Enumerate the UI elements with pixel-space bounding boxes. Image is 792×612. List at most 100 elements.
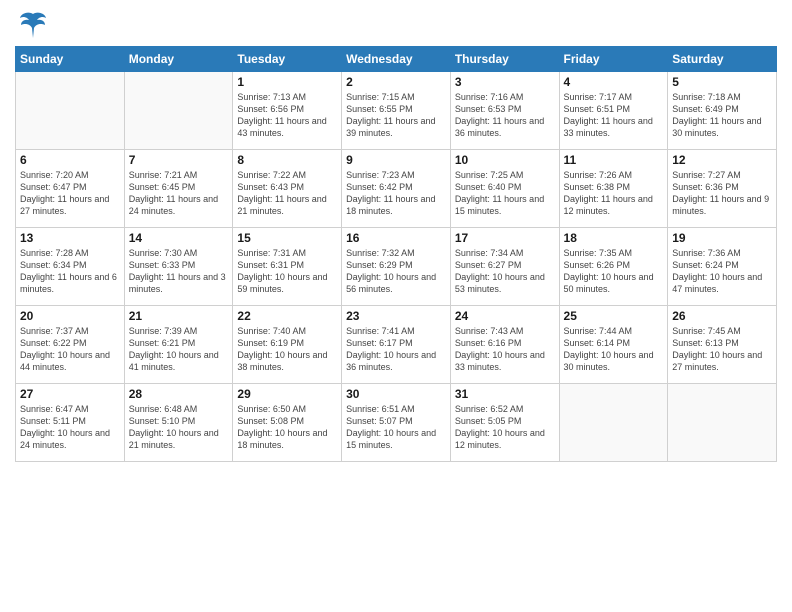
day-number: 16 bbox=[346, 231, 446, 245]
day-info: Sunrise: 7:28 AM Sunset: 6:34 PM Dayligh… bbox=[20, 247, 120, 296]
calendar-week-row: 20Sunrise: 7:37 AM Sunset: 6:22 PM Dayli… bbox=[16, 306, 777, 384]
day-info: Sunrise: 7:23 AM Sunset: 6:42 PM Dayligh… bbox=[346, 169, 446, 218]
day-header-sunday: Sunday bbox=[16, 47, 125, 72]
day-info: Sunrise: 7:36 AM Sunset: 6:24 PM Dayligh… bbox=[672, 247, 772, 296]
logo bbox=[15, 10, 47, 40]
day-number: 15 bbox=[237, 231, 337, 245]
calendar-cell: 14 Sunrise: 7:30 AM Sunset: 6:33 PM Dayli… bbox=[124, 228, 233, 306]
day-number: 27 bbox=[20, 387, 120, 401]
calendar-cell bbox=[559, 384, 668, 462]
calendar-cell bbox=[668, 384, 777, 462]
calendar-cell: 7Sunrise: 7:21 AM Sunset: 6:45 PM Daylig… bbox=[124, 150, 233, 228]
calendar-cell bbox=[16, 72, 125, 150]
day-number: 21 bbox=[129, 309, 229, 323]
day-info: Sunrise: 6:48 AM Sunset: 5:10 PM Dayligh… bbox=[129, 403, 229, 452]
day-info: Sunrise: 7:32 AM Sunset: 6:29 PM Dayligh… bbox=[346, 247, 446, 296]
calendar-cell: 11 Sunrise: 7:26 AM Sunset: 6:38 PM Dayli… bbox=[559, 150, 668, 228]
day-header-wednesday: Wednesday bbox=[342, 47, 451, 72]
day-info: Sunrise: 7:15 AM Sunset: 6:55 PM Dayligh… bbox=[346, 91, 446, 140]
day-info: Sunrise: 7:20 AM Sunset: 6:47 PM Dayligh… bbox=[20, 169, 120, 218]
day-info: Sunrise: 6:47 AM Sunset: 5:11 PM Dayligh… bbox=[20, 403, 120, 452]
day-number: 29 bbox=[237, 387, 337, 401]
calendar-cell: 18 Sunrise: 7:35 AM Sunset: 6:26 PM Dayli… bbox=[559, 228, 668, 306]
day-number: 20 bbox=[20, 309, 120, 323]
calendar-cell: 19 Sunrise: 7:36 AM Sunset: 6:24 PM Dayli… bbox=[668, 228, 777, 306]
calendar-cell: 13 Sunrise: 7:28 AM Sunset: 6:34 PM Dayli… bbox=[16, 228, 125, 306]
calendar-cell: 9 Sunrise: 7:23 AM Sunset: 6:42 PM Daylig… bbox=[342, 150, 451, 228]
calendar-cell: 5 Sunrise: 7:18 AM Sunset: 6:49 PM Daylig… bbox=[668, 72, 777, 150]
calendar-week-row: 13 Sunrise: 7:28 AM Sunset: 6:34 PM Dayli… bbox=[16, 228, 777, 306]
day-number: 13 bbox=[20, 231, 120, 245]
calendar-cell: 25 Sunrise: 7:44 AM Sunset: 6:14 PM Dayli… bbox=[559, 306, 668, 384]
day-number: 10 bbox=[455, 153, 555, 167]
day-info: Sunrise: 7:30 AM Sunset: 6:33 PM Dayligh… bbox=[129, 247, 229, 296]
day-header-tuesday: Tuesday bbox=[233, 47, 342, 72]
page-header bbox=[15, 10, 777, 40]
day-number: 31 bbox=[455, 387, 555, 401]
day-number: 26 bbox=[672, 309, 772, 323]
calendar-cell: 2 Sunrise: 7:15 AM Sunset: 6:55 PM Daylig… bbox=[342, 72, 451, 150]
day-number: 3 bbox=[455, 75, 555, 89]
day-number: 19 bbox=[672, 231, 772, 245]
day-info: Sunrise: 7:41 AM Sunset: 6:17 PM Dayligh… bbox=[346, 325, 446, 374]
day-number: 4 bbox=[564, 75, 664, 89]
calendar-cell: 16 Sunrise: 7:32 AM Sunset: 6:29 PM Dayli… bbox=[342, 228, 451, 306]
calendar-cell: 24 Sunrise: 7:43 AM Sunset: 6:16 PM Dayli… bbox=[450, 306, 559, 384]
calendar-cell: 20Sunrise: 7:37 AM Sunset: 6:22 PM Dayli… bbox=[16, 306, 125, 384]
calendar-cell: 8 Sunrise: 7:22 AM Sunset: 6:43 PM Daylig… bbox=[233, 150, 342, 228]
day-info: Sunrise: 6:51 AM Sunset: 5:07 PM Dayligh… bbox=[346, 403, 446, 452]
day-number: 8 bbox=[237, 153, 337, 167]
day-info: Sunrise: 7:18 AM Sunset: 6:49 PM Dayligh… bbox=[672, 91, 772, 140]
day-number: 2 bbox=[346, 75, 446, 89]
day-number: 5 bbox=[672, 75, 772, 89]
day-number: 17 bbox=[455, 231, 555, 245]
day-number: 14 bbox=[129, 231, 229, 245]
day-number: 25 bbox=[564, 309, 664, 323]
day-info: Sunrise: 7:13 AM Sunset: 6:56 PM Dayligh… bbox=[237, 91, 337, 140]
calendar-cell: 30 Sunrise: 6:51 AM Sunset: 5:07 PM Dayli… bbox=[342, 384, 451, 462]
day-info: Sunrise: 7:35 AM Sunset: 6:26 PM Dayligh… bbox=[564, 247, 664, 296]
calendar-cell: 21 Sunrise: 7:39 AM Sunset: 6:21 PM Dayli… bbox=[124, 306, 233, 384]
day-header-saturday: Saturday bbox=[668, 47, 777, 72]
day-info: Sunrise: 6:50 AM Sunset: 5:08 PM Dayligh… bbox=[237, 403, 337, 452]
day-info: Sunrise: 6:52 AM Sunset: 5:05 PM Dayligh… bbox=[455, 403, 555, 452]
day-info: Sunrise: 7:34 AM Sunset: 6:27 PM Dayligh… bbox=[455, 247, 555, 296]
calendar-cell: 12Sunrise: 7:27 AM Sunset: 6:36 PM Dayli… bbox=[668, 150, 777, 228]
calendar-cell bbox=[124, 72, 233, 150]
calendar-cell: 23 Sunrise: 7:41 AM Sunset: 6:17 PM Dayli… bbox=[342, 306, 451, 384]
day-number: 24 bbox=[455, 309, 555, 323]
day-number: 1 bbox=[237, 75, 337, 89]
day-info: Sunrise: 7:16 AM Sunset: 6:53 PM Dayligh… bbox=[455, 91, 555, 140]
day-info: Sunrise: 7:31 AM Sunset: 6:31 PM Dayligh… bbox=[237, 247, 337, 296]
calendar-week-row: 6Sunrise: 7:20 AM Sunset: 6:47 PM Daylig… bbox=[16, 150, 777, 228]
day-number: 28 bbox=[129, 387, 229, 401]
day-header-thursday: Thursday bbox=[450, 47, 559, 72]
day-number: 7 bbox=[129, 153, 229, 167]
day-number: 18 bbox=[564, 231, 664, 245]
day-number: 23 bbox=[346, 309, 446, 323]
day-number: 9 bbox=[346, 153, 446, 167]
day-number: 11 bbox=[564, 153, 664, 167]
day-info: Sunrise: 7:45 AM Sunset: 6:13 PM Dayligh… bbox=[672, 325, 772, 374]
day-info: Sunrise: 7:44 AM Sunset: 6:14 PM Dayligh… bbox=[564, 325, 664, 374]
day-info: Sunrise: 7:43 AM Sunset: 6:16 PM Dayligh… bbox=[455, 325, 555, 374]
calendar-cell: 1 Sunrise: 7:13 AM Sunset: 6:56 PM Daylig… bbox=[233, 72, 342, 150]
day-number: 30 bbox=[346, 387, 446, 401]
calendar-week-row: 1 Sunrise: 7:13 AM Sunset: 6:56 PM Daylig… bbox=[16, 72, 777, 150]
calendar-cell: 31 Sunrise: 6:52 AM Sunset: 5:05 PM Dayli… bbox=[450, 384, 559, 462]
calendar-table: SundayMondayTuesdayWednesdayThursdayFrid… bbox=[15, 46, 777, 462]
calendar-cell: 22Sunrise: 7:40 AM Sunset: 6:19 PM Dayli… bbox=[233, 306, 342, 384]
day-info: Sunrise: 7:26 AM Sunset: 6:38 PM Dayligh… bbox=[564, 169, 664, 218]
day-info: Sunrise: 7:25 AM Sunset: 6:40 PM Dayligh… bbox=[455, 169, 555, 218]
calendar-cell: 4Sunrise: 7:17 AM Sunset: 6:51 PM Daylig… bbox=[559, 72, 668, 150]
day-info: Sunrise: 7:27 AM Sunset: 6:36 PM Dayligh… bbox=[672, 169, 772, 218]
calendar-week-row: 27 Sunrise: 6:47 AM Sunset: 5:11 PM Dayli… bbox=[16, 384, 777, 462]
day-info: Sunrise: 7:22 AM Sunset: 6:43 PM Dayligh… bbox=[237, 169, 337, 218]
day-header-friday: Friday bbox=[559, 47, 668, 72]
day-info: Sunrise: 7:40 AM Sunset: 6:19 PM Dayligh… bbox=[237, 325, 337, 374]
calendar-cell: 10 Sunrise: 7:25 AM Sunset: 6:40 PM Dayli… bbox=[450, 150, 559, 228]
logo-bird-icon bbox=[19, 10, 47, 40]
calendar-cell: 17 Sunrise: 7:34 AM Sunset: 6:27 PM Dayli… bbox=[450, 228, 559, 306]
day-info: Sunrise: 7:39 AM Sunset: 6:21 PM Dayligh… bbox=[129, 325, 229, 374]
calendar-header-row: SundayMondayTuesdayWednesdayThursdayFrid… bbox=[16, 47, 777, 72]
